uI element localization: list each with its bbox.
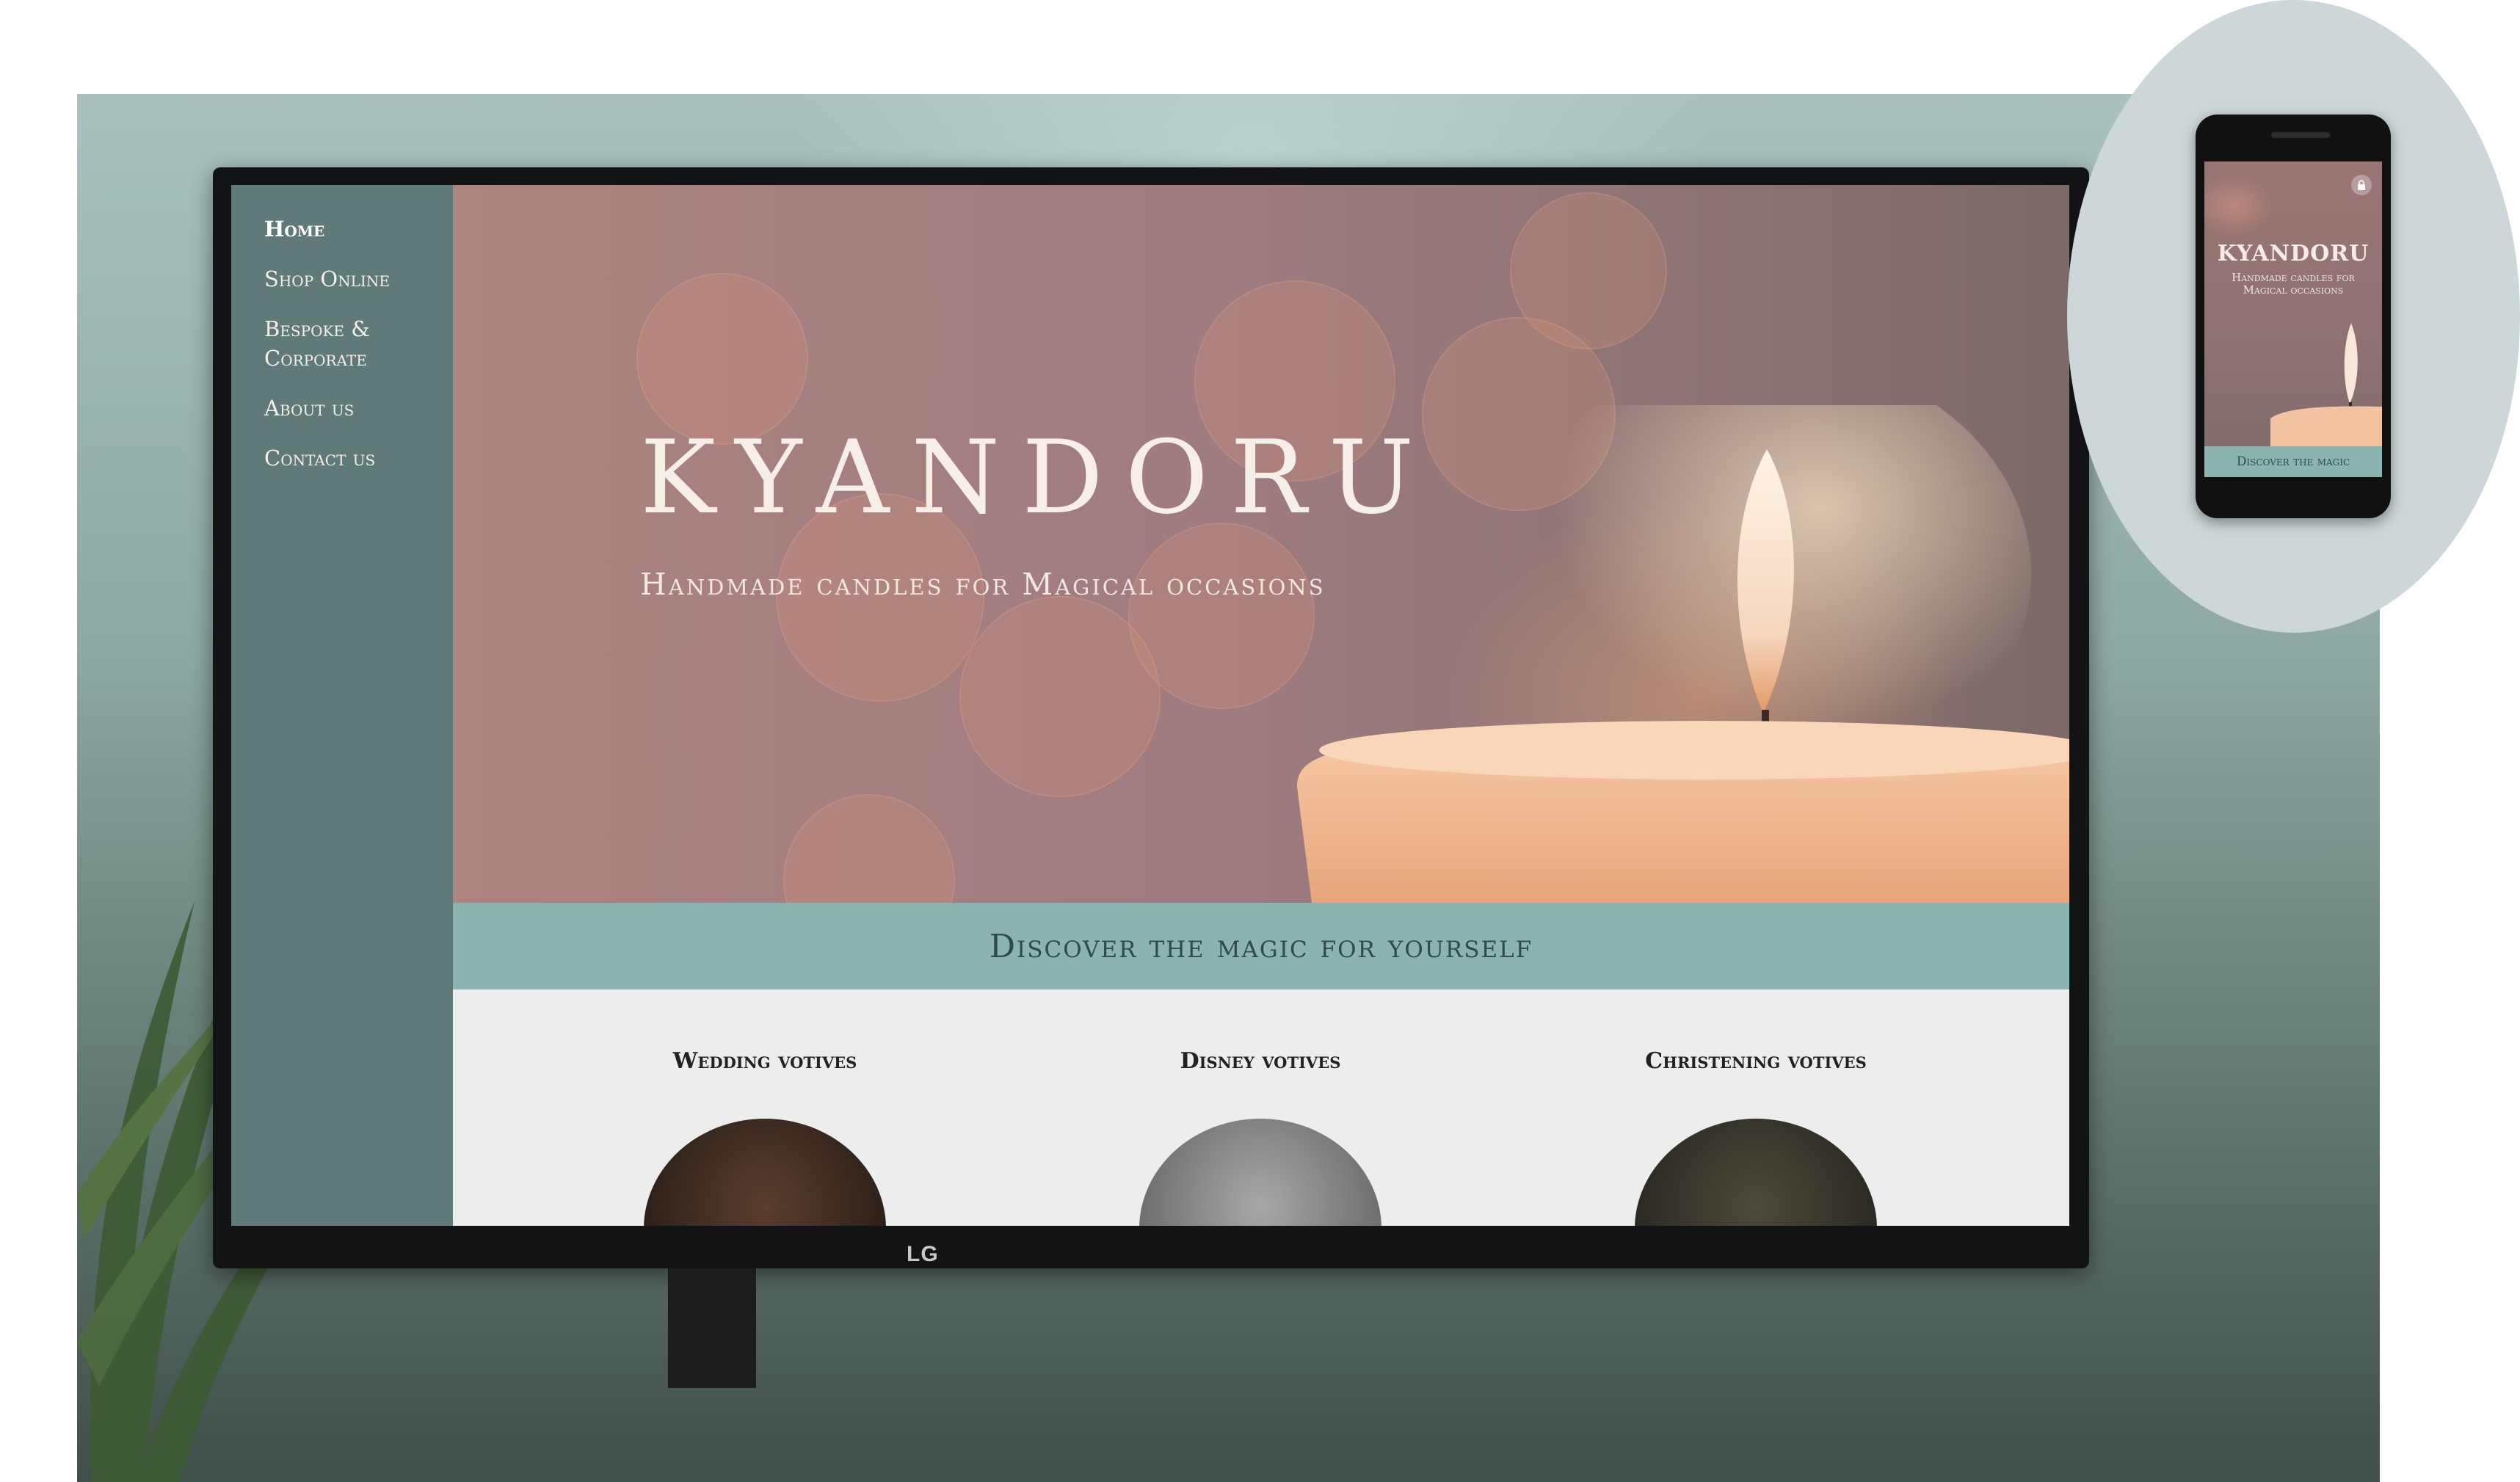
monitor-stand <box>668 1268 756 1388</box>
sidebar-item-shop-online[interactable]: Shop Online <box>264 264 426 294</box>
mobile-brand-title: KYANDORU <box>2217 241 2370 266</box>
monitor-brand-logo: LG <box>907 1242 939 1266</box>
product-card-christening[interactable]: Christening votives <box>1572 1048 1939 1226</box>
sidebar-item-contact-us[interactable]: Contact us <box>264 443 426 473</box>
brand-title: KYANDORU <box>640 418 1437 537</box>
sidebar-item-about-us[interactable]: About us <box>264 393 426 423</box>
lock-icon[interactable] <box>2351 175 2372 195</box>
phone-speaker <box>2271 132 2330 138</box>
brand-subtitle: Handmade candles for Magical occasions <box>640 567 1326 602</box>
bokeh-light <box>783 794 955 903</box>
mobile-screen: KYANDORU Handmade candles for Magical oc… <box>2204 161 2382 477</box>
mobile-brand-subtitle: Handmade candles for Magical occasions <box>2232 271 2355 297</box>
sidebar-item-bespoke-corporate[interactable]: Bespoke & Corporate <box>264 314 426 373</box>
mobile-candle-image <box>2270 323 2382 448</box>
product-image[interactable] <box>1139 1119 1381 1226</box>
mobile-discover-button[interactable]: Discover the magic <box>2204 446 2382 477</box>
hero-section: KYANDORU Handmade candles for Magical oc… <box>453 185 2069 903</box>
product-image[interactable] <box>644 1119 886 1226</box>
products-section: Wedding votives Disney votives Christeni… <box>453 989 2069 1226</box>
banner-text: Discover the magic for yourself <box>989 927 1533 965</box>
product-title: Wedding votives <box>672 1048 857 1074</box>
sidebar-item-home[interactable]: Home <box>264 214 426 244</box>
sidebar-nav: Home Shop Online Bespoke & Corporate Abo… <box>231 185 453 1226</box>
discover-banner[interactable]: Discover the magic for yourself <box>453 903 2069 989</box>
product-card-wedding[interactable]: Wedding votives <box>581 1048 948 1226</box>
product-title: Christening votives <box>1645 1048 1867 1074</box>
product-image[interactable] <box>1635 1119 1877 1226</box>
product-card-disney[interactable]: Disney votives <box>1077 1048 1444 1226</box>
product-title: Disney votives <box>1180 1048 1341 1074</box>
website-screen: Home Shop Online Bespoke & Corporate Abo… <box>231 185 2069 1226</box>
bokeh-light <box>1128 523 1315 709</box>
